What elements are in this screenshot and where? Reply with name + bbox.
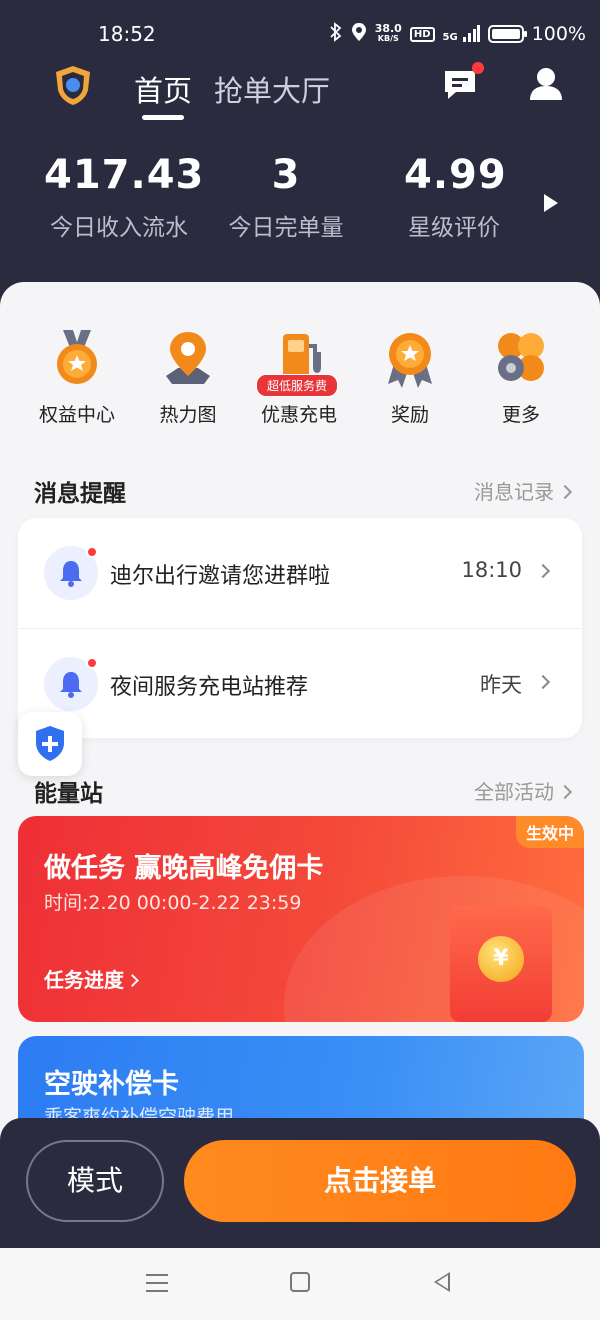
net-speed-value: 38.0	[374, 22, 402, 35]
message-time: 18:10	[461, 558, 522, 582]
stat-rating[interactable]: 4.99 星级评价	[404, 152, 507, 242]
user-icon[interactable]	[528, 66, 564, 102]
quick-action-label: 优惠充电	[260, 404, 337, 426]
stat-income[interactable]: 417.43 今日收入流水	[44, 152, 205, 242]
tab-order-hall[interactable]: 抢单大厅	[214, 68, 330, 110]
back-icon[interactable]	[434, 1272, 450, 1292]
quick-action-label: 更多	[501, 404, 540, 426]
quick-action-heatmap[interactable]: 热力图	[133, 328, 243, 427]
stat-orders-value: 3	[271, 152, 301, 198]
stat-income-value: 417.43	[44, 152, 205, 198]
bell-icon	[44, 546, 98, 600]
signal-icon: 5G	[443, 25, 480, 43]
status-badge: 生效中	[515, 816, 584, 848]
message-history-label: 消息记录	[474, 480, 554, 504]
shield-plus-icon	[36, 726, 64, 761]
stats-panel[interactable]: 417.43 今日收入流水 3 今日完单量 4.99 星级评价	[0, 152, 600, 252]
logo-shield-icon[interactable]	[52, 64, 94, 106]
messages-card: 迪尔出行邀请您进群啦 18:10 夜间服务充电站推荐 昨天	[18, 518, 582, 738]
message-text: 迪尔出行邀请您进群啦	[110, 564, 331, 589]
chevron-right-icon	[535, 674, 551, 690]
card-title: 空驶补偿卡	[44, 1069, 179, 1100]
main-content: 权益中心 热力图 优惠充电 奖励 更多 超低服务费 消息提醒 消息记录 迪尔出行…	[0, 282, 600, 1142]
quick-action-rewards[interactable]: 奖励	[355, 328, 465, 427]
notification-dot	[472, 62, 484, 74]
status-bar: 18:52 38.0 KB/S HD 5G 100%	[0, 0, 600, 60]
stat-orders[interactable]: 3 今日完单量	[226, 152, 346, 242]
app-header: 首页 抢单大厅	[0, 60, 600, 120]
mode-button[interactable]: 模式	[26, 1140, 164, 1222]
message-item[interactable]: 迪尔出行邀请您进群啦 18:10	[18, 518, 582, 628]
red-envelope-icon: ¥	[450, 906, 552, 1022]
all-activities-link[interactable]: 全部活动	[474, 776, 573, 805]
message-history-link[interactable]: 消息记录	[474, 476, 573, 505]
promo-time: 时间:2.20 00:00-2.22 23:59	[44, 892, 302, 914]
promo-card[interactable]: 生效中 做任务 赢晚高峰免佣卡 时间:2.20 00:00-2.22 23:59…	[18, 816, 584, 1022]
home-icon[interactable]	[290, 1272, 310, 1292]
stat-income-label: 今日收入流水	[50, 215, 188, 241]
message-text: 夜间服务充电站推荐	[110, 675, 309, 700]
menu-icon[interactable]	[146, 1274, 168, 1292]
battery-percent: 100%	[531, 23, 586, 45]
signal-label: 5G	[442, 32, 458, 43]
quick-action-label: 热力图	[159, 404, 217, 426]
chevron-right-icon	[557, 784, 573, 800]
quick-action-label: 奖励	[390, 404, 429, 426]
network-speed: 38.0 KB/S	[374, 22, 402, 44]
quick-action-benefits[interactable]: 权益中心	[22, 328, 132, 427]
accept-order-button[interactable]: 点击接单	[184, 1140, 576, 1222]
stat-rating-label: 星级评价	[408, 215, 500, 241]
status-icons: 38.0 KB/S HD 5G 100%	[329, 22, 586, 46]
location-icon	[351, 22, 367, 46]
all-activities-label: 全部活动	[474, 780, 554, 804]
bluetooth-icon	[329, 22, 343, 46]
quick-action-more[interactable]: 更多	[466, 328, 576, 427]
unread-dot	[86, 657, 98, 669]
chevron-right-icon	[557, 484, 573, 500]
task-progress-label: 任务进度	[44, 968, 124, 992]
safety-shield-button[interactable]	[18, 712, 82, 776]
message-icon[interactable]	[442, 62, 484, 102]
chevron-right-icon	[535, 563, 551, 579]
bottom-action-bar: 模式 点击接单	[0, 1118, 600, 1248]
award-icon	[380, 328, 440, 388]
stat-orders-label: 今日完单量	[228, 215, 344, 241]
play-arrow-icon[interactable]	[544, 194, 558, 212]
system-nav-bar	[0, 1248, 600, 1320]
charging-discount-badge: 超低服务费	[256, 374, 339, 397]
status-time: 18:52	[98, 22, 156, 46]
promo-title: 做任务 赢晚高峰免佣卡	[44, 853, 324, 884]
messages-title: 消息提醒	[34, 481, 126, 507]
coin-icon: ¥	[478, 936, 524, 982]
battery-icon	[487, 25, 527, 43]
hd-badge: HD	[409, 26, 435, 42]
tab-home[interactable]: 首页	[134, 68, 192, 120]
medal-icon	[47, 328, 107, 388]
chevron-right-icon	[126, 974, 139, 987]
stat-rating-value: 4.99	[404, 152, 507, 198]
task-progress-link[interactable]: 任务进度	[44, 964, 139, 993]
quick-action-label: 权益中心	[38, 404, 115, 426]
message-time: 昨天	[480, 673, 522, 697]
more-grid-icon	[491, 328, 551, 388]
bell-icon	[44, 657, 98, 711]
message-item[interactable]: 夜间服务充电站推荐 昨天	[18, 628, 582, 738]
unread-dot	[86, 546, 98, 558]
energy-station-title: 能量站	[34, 781, 103, 807]
map-pin-icon	[158, 328, 218, 388]
net-speed-unit: KB/S	[377, 34, 399, 43]
